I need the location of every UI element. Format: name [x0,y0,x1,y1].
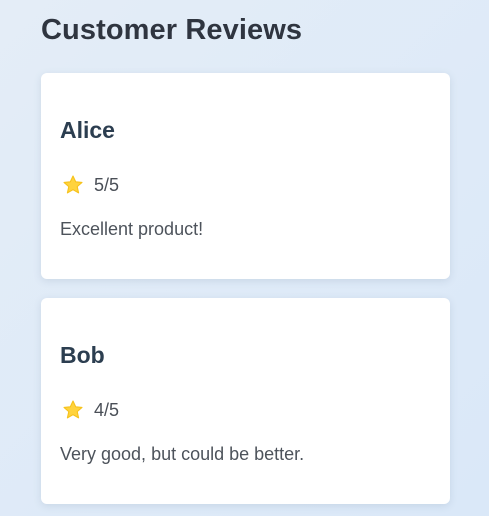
rating-value: 4/5 [94,399,120,420]
reviewer-name: Alice [60,117,115,143]
rating-row: 5/5 [62,174,119,196]
review-card: Bob 4/5 Very good, but could be better. [41,298,450,504]
review-text: Excellent product! [60,219,204,239]
reviews-page: Customer Reviews Alice 5/5 Excellent pro… [41,12,450,516]
review-card: Alice 5/5 Excellent product! [41,73,450,279]
rating-row: 4/5 [62,399,119,421]
review-text: Very good, but could be better. [60,444,305,464]
star-icon [62,399,84,421]
rating-value: 5/5 [94,174,120,195]
star-icon [62,174,84,196]
page-title: Customer Reviews [41,14,303,46]
reviewer-name: Bob [60,342,105,368]
